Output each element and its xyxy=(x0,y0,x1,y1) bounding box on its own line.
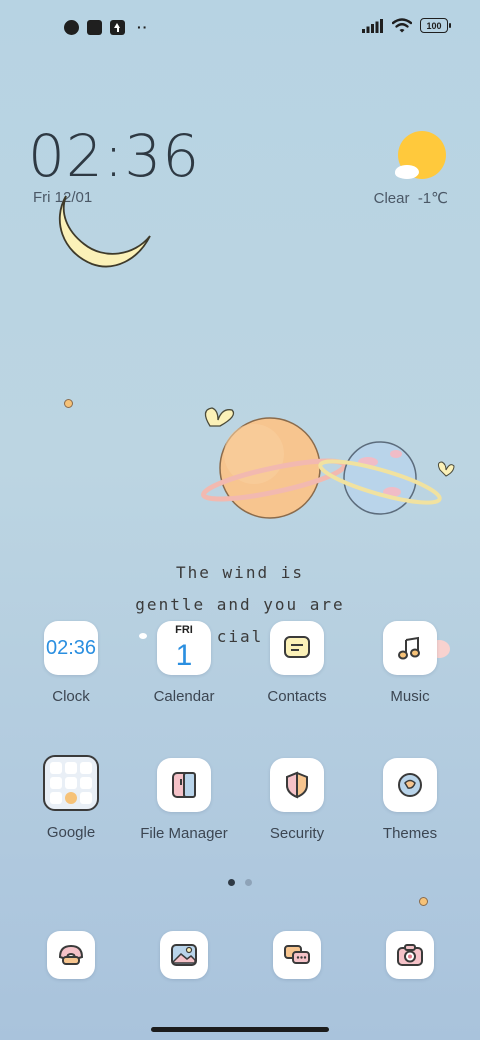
small-star-dot xyxy=(64,399,73,408)
phone-icon xyxy=(47,931,95,979)
calendar-icon-day: FRI xyxy=(175,624,193,636)
clock-icon-time: 02:36 xyxy=(45,636,97,659)
messages-icon xyxy=(273,931,321,979)
clock-icon: 02:36 xyxy=(44,621,98,675)
camera-icon xyxy=(386,931,434,979)
music-icon xyxy=(383,621,437,675)
wifi-icon xyxy=(392,18,412,33)
weather-condition: Clear xyxy=(373,190,410,207)
gmail-icon xyxy=(65,762,77,774)
play-icon xyxy=(80,777,92,789)
status-bar: ·· 100 xyxy=(0,0,480,56)
chrome-icon xyxy=(65,777,77,789)
wallpaper-quote-line: The wind is xyxy=(176,563,304,582)
youtube-icon xyxy=(50,777,62,789)
app-security[interactable]: Security xyxy=(245,758,349,842)
status-left-icons: ·· xyxy=(64,19,148,35)
app-label: Themes xyxy=(382,825,438,842)
app-file-manager[interactable]: File Manager xyxy=(132,758,236,842)
calendar-icon-date: 1 xyxy=(175,639,193,672)
sun-icon[interactable] xyxy=(392,128,448,184)
small-star-dot xyxy=(419,897,428,906)
app-label: Clock xyxy=(52,688,90,705)
calendar-icon: FRI 1 xyxy=(157,621,211,675)
notification-icon xyxy=(64,19,79,35)
google-folder-icon xyxy=(43,755,99,811)
file-manager-icon xyxy=(157,758,211,812)
square-icon xyxy=(87,19,102,35)
app-label: Calendar xyxy=(153,688,215,705)
upload-icon xyxy=(110,19,125,35)
battery-icon: 100 xyxy=(420,18,451,33)
photos-icon xyxy=(50,792,62,804)
clock-widget-time[interactable]: 02:36 xyxy=(28,122,200,190)
app-label: Security xyxy=(269,825,325,842)
weather-temperature: -1℃ xyxy=(417,190,448,207)
dock-camera[interactable] xyxy=(358,931,462,979)
gesture-navigation-bar[interactable] xyxy=(151,1027,329,1032)
app-themes[interactable]: Themes xyxy=(358,758,462,842)
app-clock[interactable]: 02:36 Clock xyxy=(19,621,123,705)
themes-icon xyxy=(383,758,437,812)
app-contacts[interactable]: Contacts xyxy=(245,621,349,705)
app-music[interactable]: Music xyxy=(358,621,462,705)
shield-icon xyxy=(270,758,324,812)
dock-phone[interactable] xyxy=(19,931,123,979)
more-notifications-icon: ·· xyxy=(137,19,149,35)
app-label: Music xyxy=(390,688,430,705)
assistant-icon xyxy=(80,792,92,804)
gallery-icon xyxy=(160,931,208,979)
page-dot-active[interactable] xyxy=(228,879,235,886)
app-label: File Manager xyxy=(140,825,228,842)
maps-icon xyxy=(80,762,92,774)
page-indicator xyxy=(228,879,252,886)
page-dot[interactable] xyxy=(245,879,252,886)
status-right-icons: 100 xyxy=(362,18,451,33)
app-label: Contacts xyxy=(267,688,327,705)
contacts-icon xyxy=(270,621,324,675)
app-google-folder[interactable]: Google xyxy=(19,755,123,841)
google-icon xyxy=(50,762,62,774)
drive-icon xyxy=(65,792,77,804)
wallpaper-quote-line: gentle and you are xyxy=(135,595,345,614)
signal-icon xyxy=(362,18,383,33)
dock-gallery[interactable] xyxy=(132,931,236,979)
app-label: Google xyxy=(46,824,96,841)
app-calendar[interactable]: FRI 1 Calendar xyxy=(132,621,236,705)
weather-text[interactable]: Clear -1℃ xyxy=(374,189,448,207)
planets-illustration xyxy=(201,407,455,519)
dock-messages[interactable] xyxy=(245,931,349,979)
moon-illustration xyxy=(58,195,151,268)
